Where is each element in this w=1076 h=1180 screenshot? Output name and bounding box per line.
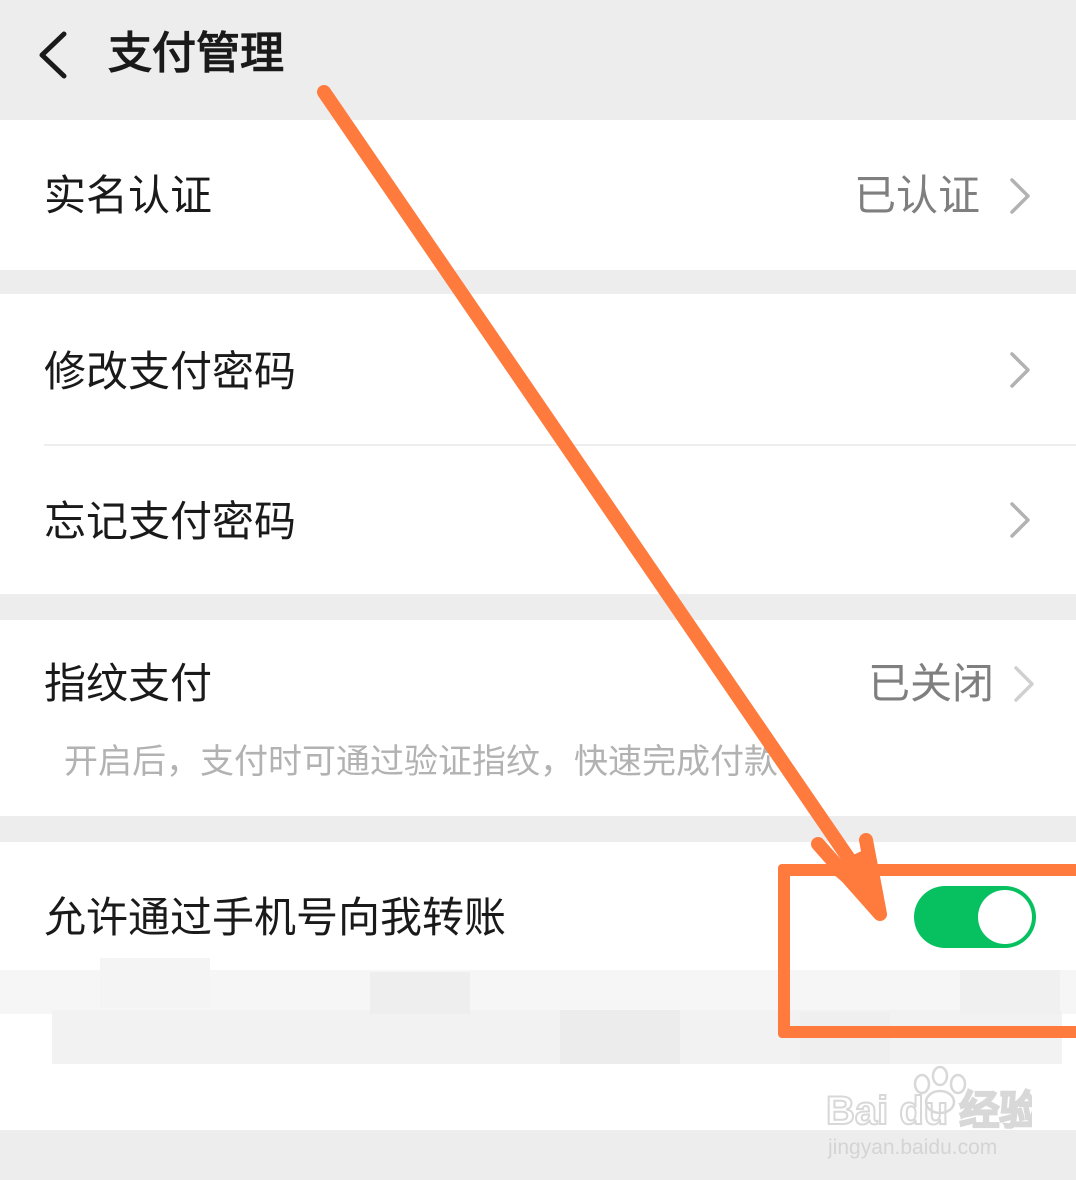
chevron-right-icon	[1010, 502, 1030, 538]
annotation-highlight-box	[778, 864, 1076, 1038]
identity-group: 实名认证 已认证	[0, 120, 1076, 270]
chevron-left-icon[interactable]	[34, 30, 74, 80]
watermark-url: jingyan.baidu.com	[827, 1136, 997, 1159]
password-group: 修改支付密码 忘记支付密码	[0, 294, 1076, 594]
forgot-password-label: 忘记支付密码	[44, 497, 297, 546]
fingerprint-row[interactable]: 指纹支付 已关闭 开启后，支付时可通过验证指纹，快速完成付款	[0, 620, 1076, 816]
identity-row[interactable]: 实名认证 已认证	[0, 120, 1076, 270]
chevron-right-icon	[1010, 178, 1030, 214]
fingerprint-group: 指纹支付 已关闭 开启后，支付时可通过验证指纹，快速完成付款	[0, 620, 1076, 816]
chevron-right-icon	[1014, 666, 1034, 702]
nav-header: 支付管理	[0, 0, 1076, 118]
watermark-brand: Bai du 经验	[826, 1089, 1032, 1133]
change-password-row[interactable]: 修改支付密码	[0, 294, 1076, 444]
identity-label: 实名认证	[44, 171, 213, 220]
fingerprint-label: 指纹支付	[44, 659, 213, 708]
change-password-label: 修改支付密码	[44, 347, 297, 396]
baidu-jingyan-watermark-icon: Bai du 经验 jingyan.baidu.com	[825, 1065, 1032, 1159]
chevron-right-icon	[1010, 352, 1030, 388]
fingerprint-description: 开启后，支付时可通过验证指纹，快速完成付款	[64, 742, 778, 782]
page-title: 支付管理	[108, 28, 284, 79]
forgot-password-row[interactable]: 忘记支付密码	[0, 446, 1076, 594]
fingerprint-status: 已关闭	[867, 659, 994, 708]
identity-status: 已认证	[853, 171, 980, 220]
transfer-label: 允许通过手机号向我转账	[44, 893, 507, 942]
